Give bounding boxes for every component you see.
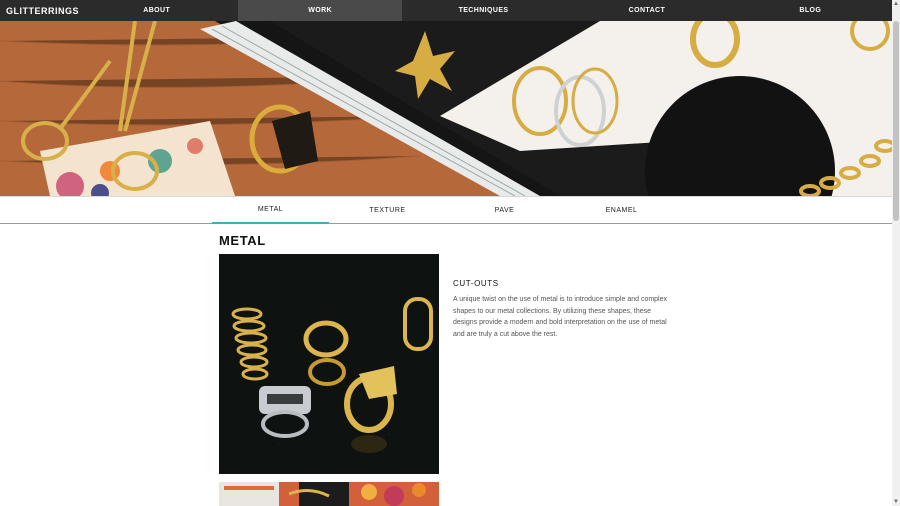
nav-contact[interactable]: CONTACT xyxy=(565,0,728,21)
colorful-photo xyxy=(219,482,439,506)
tab-metal[interactable]: METAL xyxy=(212,197,329,224)
nav-work[interactable]: WORK xyxy=(238,0,402,21)
vertical-scrollbar[interactable]: ▲ ▼ xyxy=(892,0,900,506)
nav-about[interactable]: ABOUT xyxy=(75,0,238,21)
brand-logo[interactable]: GLITTERRINGS xyxy=(0,0,79,21)
rings-photo xyxy=(219,254,439,474)
tab-enamel[interactable]: ENAMEL xyxy=(563,197,680,224)
feature-description: A unique twist on the use of metal is to… xyxy=(453,296,668,339)
page: GLITTERRINGS ABOUT WORK TECHNIQUES CONTA… xyxy=(0,0,892,506)
nav-blog[interactable]: BLOG xyxy=(729,0,892,21)
hero-illustration xyxy=(0,21,892,196)
hero-banner-image xyxy=(0,21,892,196)
secondary-product-image xyxy=(219,482,439,506)
tab-texture[interactable]: TEXTURE xyxy=(329,197,446,224)
tab-pave[interactable]: PAVE xyxy=(446,197,563,224)
nav-techniques[interactable]: TECHNIQUES xyxy=(402,0,565,21)
feature-title: CUT-OUTS xyxy=(453,279,499,288)
cut-outs-product-image xyxy=(219,254,439,474)
scroll-down-arrow-icon[interactable]: ▼ xyxy=(892,498,900,506)
top-nav: GLITTERRINGS ABOUT WORK TECHNIQUES CONTA… xyxy=(0,0,892,21)
category-tabs: METAL TEXTURE PAVE ENAMEL xyxy=(0,196,892,224)
section-title: METAL xyxy=(219,233,266,248)
scroll-up-arrow-icon[interactable]: ▲ xyxy=(892,0,900,8)
scroll-thumb[interactable] xyxy=(893,21,899,221)
